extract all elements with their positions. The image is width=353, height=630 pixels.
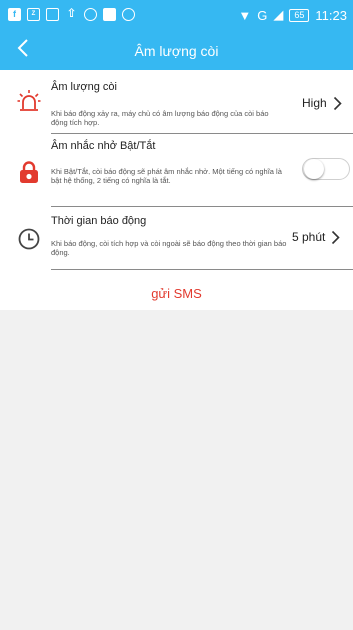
setting-title: Âm lượng còi [51,81,117,93]
setting-description: Khi báo động xảy ra, máy chủ có âm lượng… [51,109,269,127]
toggle-knob [304,159,324,179]
eye-icon [122,8,135,21]
wifi-icon: ▼ [238,7,252,23]
square-icon [103,8,116,21]
chevron-right-icon [333,97,342,111]
setting-title: Âm nhắc nhở Bật/Tắt [51,140,156,152]
upload-icon: ⇧ [66,6,77,20]
battery-icon: 65 [289,8,310,22]
app-bar: Âm lượng còi [0,32,353,70]
settings-panel: Âm lượng còi Khi báo động xảy ra, máy ch… [0,70,353,310]
status-bar: f Z ⇧ ▼ G ◢ 65 11:23 [0,0,353,32]
alarm-duration-selector[interactable]: 5 phút [292,230,341,245]
setting-row-reminder-sound: Âm nhắc nhở Bật/Tắt Khi Bật/Tắt, còi báo… [0,134,353,207]
signal-icon: ◢ [273,7,284,22]
setting-row-siren-volume[interactable]: Âm lượng còi Khi báo động xảy ra, máy ch… [0,70,353,134]
reminder-sound-toggle[interactable] [302,158,350,180]
lock-icon [20,161,38,183]
siren-volume-selector[interactable]: High [302,96,342,111]
alarm-duration-value: 5 phút [292,230,326,244]
setting-row-alarm-duration[interactable]: Thời gian báo động Khi báo động, còi tíc… [0,207,353,270]
zalo-icon: Z [27,8,40,21]
setting-title: Thời gian báo động [51,215,147,227]
system-icons: ▼ G ◢ 65 11:23 [238,7,347,23]
chevron-right-icon [332,231,341,245]
setting-description: Khi báo động, còi tích hợp và còi ngoài … [51,239,287,257]
siren-icon [17,90,41,111]
facebook-icon: f [8,8,21,21]
send-sms-button[interactable]: gửi SMS [0,286,353,301]
network-type: G [257,7,268,23]
page-title: Âm lượng còi [134,43,219,59]
app-icon [84,8,97,21]
clock-time: 11:23 [315,7,347,23]
siren-volume-value: High [302,96,327,110]
image-icon [46,8,59,21]
notification-icons: f Z ⇧ [8,6,135,21]
clock-icon [18,228,40,250]
setting-description: Khi Bật/Tắt, còi báo động sẽ phát âm nhắ… [51,167,282,185]
divider [51,269,353,270]
